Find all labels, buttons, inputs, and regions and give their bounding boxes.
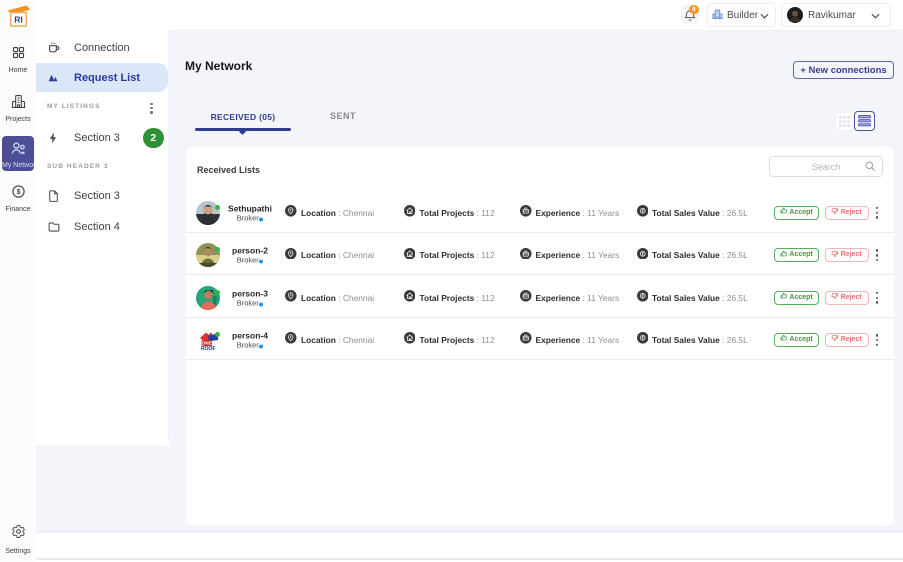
svg-text:$: $ — [16, 189, 20, 196]
svg-text:ROOF: ROOF — [201, 346, 215, 352]
svg-text:RI: RI — [14, 15, 23, 25]
